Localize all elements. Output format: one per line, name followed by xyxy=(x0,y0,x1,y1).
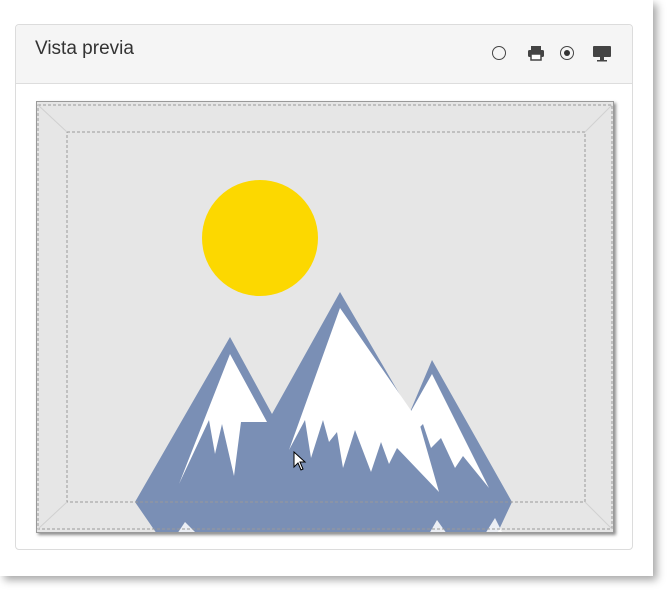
sun-shape xyxy=(202,180,318,296)
printer-icon[interactable] xyxy=(526,44,546,62)
dialog-window: Vista previa xyxy=(0,0,653,576)
print-mode-radio[interactable] xyxy=(492,46,506,60)
image-preview[interactable] xyxy=(36,101,614,533)
preview-panel: Vista previa xyxy=(15,24,633,550)
screen-mode-radio[interactable] xyxy=(560,46,574,60)
panel-heading: Vista previa xyxy=(16,25,632,84)
panel-title: Vista previa xyxy=(35,38,134,59)
preview-mode-toolbar xyxy=(492,40,612,66)
mountain-landscape-image xyxy=(37,104,613,532)
monitor-icon[interactable] xyxy=(592,44,612,62)
